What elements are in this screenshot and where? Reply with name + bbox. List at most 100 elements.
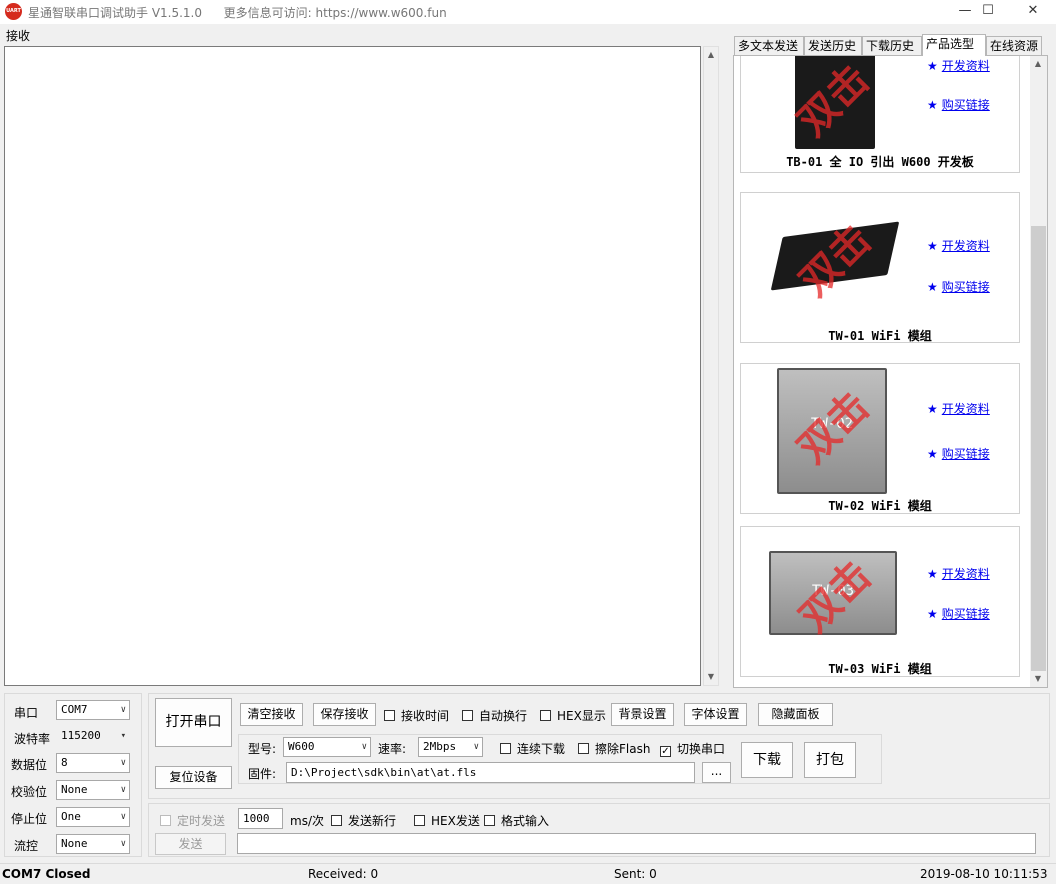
- star-icon: ★: [927, 447, 938, 461]
- scroll-down-icon[interactable]: ▼: [704, 669, 718, 685]
- tab-product-select[interactable]: 产品选型: [922, 34, 986, 56]
- app-title: 星通智联串口调试助手 V1.5.1.0: [28, 6, 203, 20]
- clear-receive-button[interactable]: 清空接收: [240, 703, 303, 726]
- recv-time-checkbox[interactable]: 接收时间: [384, 707, 449, 724]
- dev-docs-link[interactable]: ★ 开发资料: [927, 400, 990, 417]
- parity-label: 校验位: [11, 785, 48, 799]
- star-icon: ★: [927, 402, 938, 416]
- product-image[interactable]: [770, 221, 900, 291]
- status-bar: COM7 Closed Received: 0 Sent: 0 2019-08-…: [0, 863, 1056, 884]
- model-select[interactable]: W600 ∨: [283, 737, 371, 757]
- product-name: TW-01 WiFi 模组: [828, 329, 932, 343]
- product-panel: 双击 ★ 开发资料 ★ 购买链接 TB-01 全 IO 引出 W600 开发板 双击…: [733, 55, 1048, 688]
- product-name: TW-03 WiFi 模组: [828, 662, 932, 676]
- buy-link[interactable]: ★ 购买链接: [927, 445, 990, 462]
- firmware-label: 固件:: [248, 767, 277, 781]
- timed-send-checkbox[interactable]: 定时发送: [160, 812, 225, 829]
- port-select[interactable]: COM7 ∨: [56, 700, 130, 720]
- speed-select[interactable]: 2Mbps ∨: [418, 737, 483, 757]
- app-info: 更多信息可访问: https://www.w600.fun: [223, 6, 447, 20]
- dev-docs-link[interactable]: ★ 开发资料: [927, 237, 990, 254]
- chevron-down-icon: ∨: [361, 742, 367, 752]
- tab-online-resources[interactable]: 在线资源: [986, 36, 1042, 56]
- chevron-down-icon: ∨: [120, 705, 126, 715]
- scroll-thumb[interactable]: [1031, 226, 1046, 671]
- star-icon: ★: [927, 59, 938, 73]
- receive-textarea[interactable]: [4, 46, 701, 686]
- format-input-checkbox[interactable]: 格式输入: [484, 812, 549, 829]
- star-icon: ★: [927, 98, 938, 112]
- scroll-up-icon[interactable]: ▲: [1031, 56, 1045, 72]
- scroll-down-icon[interactable]: ▼: [1031, 671, 1045, 687]
- chevron-down-icon: ∨: [120, 758, 126, 768]
- dev-docs-link[interactable]: ★ 开发资料: [927, 565, 990, 582]
- product-image[interactable]: TW-03: [769, 551, 897, 635]
- chevron-down-icon: ∨: [120, 785, 126, 795]
- parity-select[interactable]: None ∨: [56, 780, 130, 800]
- receive-label: 接收: [6, 29, 31, 43]
- hide-panel-button[interactable]: 隐藏面板: [758, 703, 833, 726]
- product-name: TB-01 全 IO 引出 W600 开发板: [786, 155, 974, 169]
- data-bits-label: 数据位: [11, 758, 48, 772]
- star-icon: ★: [927, 607, 938, 621]
- receive-scrollbar[interactable]: ▲ ▼: [703, 46, 719, 686]
- firmware-path-input[interactable]: D:\Project\sdk\bin\at\at.fls: [286, 762, 695, 783]
- product-image[interactable]: TW-02: [777, 368, 887, 494]
- save-receive-button[interactable]: 保存接收: [313, 703, 376, 726]
- sent-count: Sent: 0: [614, 867, 657, 881]
- hex-send-checkbox[interactable]: HEX发送: [414, 812, 480, 829]
- download-button[interactable]: 下载: [741, 742, 793, 778]
- continuous-download-checkbox[interactable]: 连续下载: [500, 740, 565, 757]
- stop-bits-label: 停止位: [11, 812, 48, 826]
- product-card: 双击 ★ 开发资料 ★ 购买链接 TB-01 全 IO 引出 W600 开发板: [740, 56, 1020, 173]
- product-name: TW-02 WiFi 模组: [828, 499, 932, 513]
- data-bits-select[interactable]: 8 ∨: [56, 753, 130, 773]
- buy-link[interactable]: ★ 购买链接: [927, 278, 990, 295]
- open-port-button[interactable]: 打开串口: [155, 698, 232, 747]
- product-card: TW-02 双击 ★ 开发资料 ★ 购买链接 TW-02 WiFi 模组: [740, 363, 1020, 514]
- buy-link[interactable]: ★ 购买链接: [927, 96, 990, 113]
- pack-button[interactable]: 打包: [804, 742, 856, 778]
- close-icon[interactable]: ✕: [1010, 0, 1056, 24]
- chevron-down-icon: ∨: [120, 839, 126, 849]
- window-title: 星通智联串口调试助手 V1.5.1.0 更多信息可访问: https://www…: [28, 4, 447, 21]
- erase-flash-checkbox[interactable]: 擦除Flash: [578, 740, 650, 757]
- product-card: 双击 ★ 开发资料 ★ 购买链接 TW-01 WiFi 模组: [740, 192, 1020, 343]
- interval-unit-label: ms/次: [290, 814, 324, 828]
- stop-bits-select[interactable]: One ∨: [56, 807, 130, 827]
- status-datetime: 2019-08-10 10:11:53: [920, 867, 1048, 881]
- scroll-up-icon[interactable]: ▲: [704, 47, 718, 63]
- star-icon: ★: [927, 567, 938, 581]
- tab-download-history[interactable]: 下载历史: [862, 36, 922, 56]
- product-scrollbar[interactable]: ▲ ▼: [1030, 56, 1047, 687]
- baud-label: 波特率: [14, 732, 51, 746]
- checkmark-icon: ✓: [660, 746, 671, 757]
- switch-port-checkbox[interactable]: ✓ 切换串口: [660, 740, 725, 757]
- speed-label: 速率:: [378, 742, 407, 756]
- interval-input[interactable]: 1000: [238, 808, 283, 829]
- tab-send-history[interactable]: 发送历史: [804, 36, 862, 56]
- hex-display-checkbox[interactable]: HEX显示: [540, 707, 606, 724]
- dev-docs-link[interactable]: ★ 开发资料: [927, 57, 990, 74]
- title-bar: UART 星通智联串口调试助手 V1.5.1.0 更多信息可访问: https:…: [0, 0, 1056, 24]
- flow-select[interactable]: None ∨: [56, 834, 130, 854]
- chevron-down-icon: ∨: [120, 812, 126, 822]
- reset-device-button[interactable]: 复位设备: [155, 766, 232, 789]
- maximize-icon[interactable]: ☐: [965, 0, 1011, 24]
- send-newline-checkbox[interactable]: 发送新行: [331, 812, 396, 829]
- buy-link[interactable]: ★ 购买链接: [927, 605, 990, 622]
- send-button[interactable]: 发送: [155, 833, 226, 855]
- model-label: 型号:: [248, 742, 277, 756]
- send-input[interactable]: [237, 833, 1036, 854]
- product-image[interactable]: [795, 56, 875, 149]
- received-count: Received: 0: [308, 867, 379, 881]
- product-card: TW-03 双击 ★ 开发资料 ★ 购买链接 TW-03 WiFi 模组: [740, 526, 1020, 677]
- font-settings-button[interactable]: 字体设置: [684, 703, 747, 726]
- browse-button[interactable]: ...: [702, 762, 731, 783]
- tab-multi-text[interactable]: 多文本发送: [734, 36, 804, 56]
- auto-wrap-checkbox[interactable]: 自动换行: [462, 707, 527, 724]
- serial-settings-group: 串口 COM7 ∨ 波特率 115200 ▾ 数据位 8 ∨ 校验位 None ∨ 停止…: [4, 693, 142, 857]
- background-settings-button[interactable]: 背景设置: [611, 703, 674, 726]
- baud-select[interactable]: 115200 ▾: [56, 726, 130, 746]
- port-status: COM7 Closed: [2, 867, 91, 881]
